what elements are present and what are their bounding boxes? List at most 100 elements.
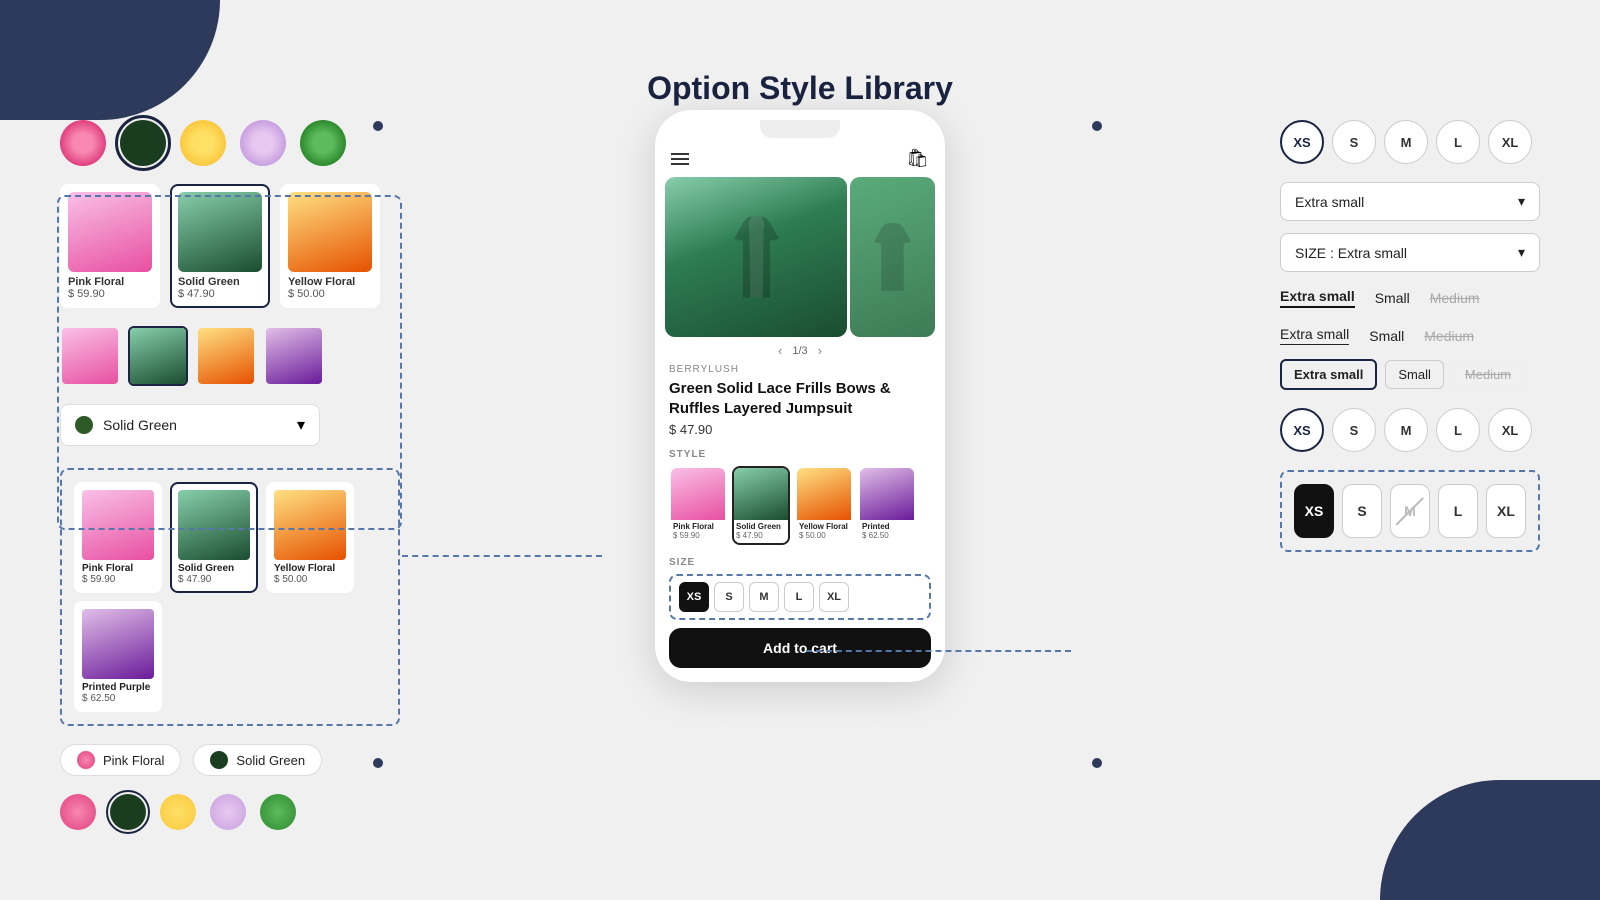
color-dot-yellow[interactable]: [180, 120, 226, 166]
size-btn-xs[interactable]: XS: [679, 582, 709, 612]
chip-dot-green: [210, 751, 228, 769]
color-dot-purple[interactable]: [240, 120, 286, 166]
bottom-dot-pink[interactable]: [60, 794, 96, 830]
corner-dot-tr: [1092, 121, 1102, 131]
size-btn-xl[interactable]: XL: [819, 582, 849, 612]
text-size-xs-1[interactable]: Extra small: [1280, 288, 1355, 308]
phone-notch: [760, 120, 840, 138]
product-card-green-price: $ 47.90: [178, 288, 262, 300]
size-circles-row-2: XS S M L XL: [1280, 408, 1540, 452]
size-btn-s[interactable]: S: [714, 582, 744, 612]
pagination-row: ‹ 1/3 ›: [655, 337, 945, 364]
phone-mockup-container: 🛍 ‹ 1/3: [655, 110, 945, 682]
next-arrow[interactable]: ›: [818, 343, 822, 358]
phone-style-row: Pink Floral $ 59.90 Solid Green $ 47.90 …: [655, 466, 945, 553]
product-brand: BERRYLUSH: [655, 364, 945, 375]
product-card-pink[interactable]: Pink Floral $ 59.90: [60, 184, 160, 308]
style-options-grid: Pink Floral $ 59.90 Solid Green $ 47.90 …: [74, 482, 386, 712]
text-size-row-1: Extra small Small Medium: [1280, 284, 1540, 312]
hamburger-menu-icon[interactable]: [671, 153, 689, 165]
right-dashed-box: XS S M L XL: [1280, 470, 1540, 552]
large-size-xs[interactable]: XS: [1294, 484, 1334, 538]
phone-style-printed[interactable]: Printed $ 62.50: [858, 466, 916, 545]
phone-style-printed-price: $ 62.50: [860, 531, 914, 543]
size-circle-s-1[interactable]: S: [1332, 120, 1376, 164]
bottom-dot-purple[interactable]: [210, 794, 246, 830]
text-size-s-1[interactable]: Small: [1375, 290, 1410, 306]
phone-style-green[interactable]: Solid Green $ 47.90: [732, 466, 790, 545]
thumb-green[interactable]: [128, 326, 188, 386]
size-circle-m-1[interactable]: M: [1384, 120, 1428, 164]
color-dot-pink[interactable]: [60, 120, 106, 166]
bottom-dot-green[interactable]: [110, 794, 146, 830]
corner-dot-bl: [373, 758, 383, 768]
product-price: $ 47.90: [655, 420, 945, 445]
bordered-xs[interactable]: Extra small: [1280, 359, 1377, 390]
style-option-purple[interactable]: Printed Purple $ 62.50: [74, 601, 162, 712]
size-btn-l[interactable]: L: [784, 582, 814, 612]
product-card-yellow-name: Yellow Floral: [288, 276, 372, 288]
phone-style-pink-price: $ 59.90: [671, 531, 725, 543]
style-option-green[interactable]: Solid Green $ 47.90: [170, 482, 258, 593]
color-dot-green2[interactable]: [300, 120, 346, 166]
size-circle-xl-2[interactable]: XL: [1488, 408, 1532, 452]
size-circle-l-1[interactable]: L: [1436, 120, 1480, 164]
bottom-dot-green2[interactable]: [260, 794, 296, 830]
text-size-row-2: Extra small Small Medium: [1280, 322, 1540, 349]
product-images-row: [665, 177, 935, 337]
style-option-yellow-price: $ 50.00: [274, 574, 346, 585]
size-circles-row-1: XS S M L XL: [1280, 120, 1540, 164]
size-btn-m[interactable]: M: [749, 582, 779, 612]
thumb-purple[interactable]: [264, 326, 324, 386]
bottom-dot-yellow[interactable]: [160, 794, 196, 830]
size-dropdown-2-label: SIZE : Extra small: [1295, 245, 1407, 261]
dropdown-value: Solid Green: [103, 417, 177, 433]
size-circle-xl-1[interactable]: XL: [1488, 120, 1532, 164]
style-option-purple-name: Printed Purple: [82, 682, 154, 693]
phone-style-printed-name: Printed: [860, 520, 914, 531]
product-image-main: [665, 177, 847, 337]
size-dropdown-1[interactable]: Extra small ▾: [1280, 182, 1540, 221]
style-option-yellow[interactable]: Yellow Floral $ 50.00: [266, 482, 354, 593]
thumb-pink[interactable]: [60, 326, 120, 386]
pagination-text: 1/3: [792, 345, 807, 357]
bordered-s[interactable]: Small: [1385, 360, 1444, 389]
color-dot-green-selected[interactable]: [120, 120, 166, 166]
style-dropdown[interactable]: Solid Green ▾: [60, 404, 320, 446]
product-image-side: [850, 177, 935, 337]
size-circle-l-2[interactable]: L: [1436, 408, 1480, 452]
cart-icon[interactable]: 🛍: [906, 148, 929, 169]
size-circle-m-2[interactable]: M: [1384, 408, 1428, 452]
large-size-m: M: [1390, 484, 1430, 538]
large-size-s[interactable]: S: [1342, 484, 1382, 538]
product-card-green[interactable]: Solid Green $ 47.90: [170, 184, 270, 308]
text-size-xs-2[interactable]: Extra small: [1280, 326, 1349, 345]
size-circle-s-2[interactable]: S: [1332, 408, 1376, 452]
product-card-pink-name: Pink Floral: [68, 276, 152, 288]
thumb-yellow[interactable]: [196, 326, 256, 386]
style-option-pink[interactable]: Pink Floral $ 59.90: [74, 482, 162, 593]
size-circle-xs-2[interactable]: XS: [1280, 408, 1324, 452]
phone-style-pink[interactable]: Pink Floral $ 59.90: [669, 466, 727, 545]
chip-pink-floral[interactable]: Pink Floral: [60, 744, 181, 776]
corner-dot-br-annot: [1092, 758, 1102, 768]
corner-dot-tl: [373, 121, 383, 131]
large-size-l[interactable]: L: [1438, 484, 1478, 538]
text-size-s-2[interactable]: Small: [1369, 328, 1404, 344]
size-circle-xs-1[interactable]: XS: [1280, 120, 1324, 164]
phone-size-dashed-box: XS S M L XL: [669, 574, 931, 620]
bordered-size-row: Extra small Small Medium: [1280, 359, 1540, 390]
chip-pink-label: Pink Floral: [103, 753, 164, 768]
large-size-xl[interactable]: XL: [1486, 484, 1526, 538]
product-card-yellow[interactable]: Yellow Floral $ 50.00: [280, 184, 380, 308]
add-to-cart-button[interactable]: Add to cart: [669, 628, 931, 668]
prev-arrow[interactable]: ‹: [778, 343, 782, 358]
chip-solid-green[interactable]: Solid Green: [193, 744, 322, 776]
phone-style-yellow[interactable]: Yellow Floral $ 50.00: [795, 466, 853, 545]
product-cards-row: Pink Floral $ 59.90 Solid Green $ 47.90 …: [60, 184, 400, 308]
dropdown-dot: [75, 416, 93, 434]
size-dropdown-2[interactable]: SIZE : Extra small ▾: [1280, 233, 1540, 272]
product-card-yellow-price: $ 50.00: [288, 288, 372, 300]
chip-dot-pink: [77, 751, 95, 769]
product-card-green-name: Solid Green: [178, 276, 262, 288]
